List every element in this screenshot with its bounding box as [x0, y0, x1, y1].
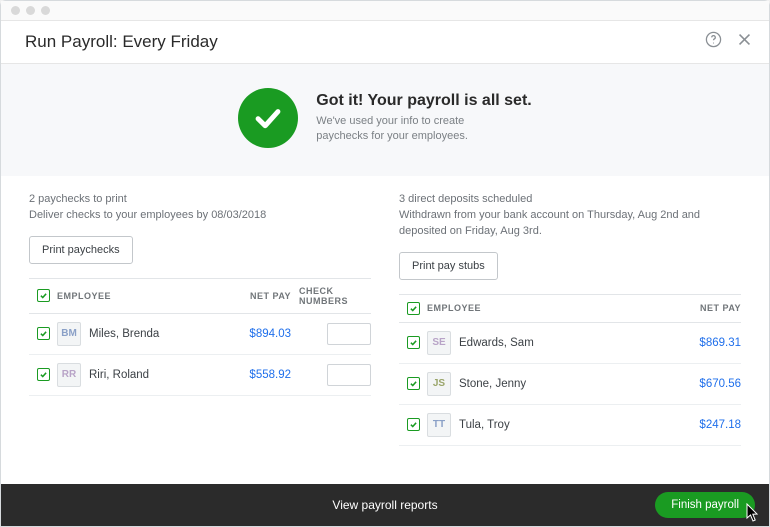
- deposits-summary-title: 3 direct deposits scheduled: [399, 192, 741, 208]
- employee-avatar: BM: [57, 322, 81, 346]
- table-row: TT Tula, Troy $247.18: [399, 405, 741, 446]
- direct-deposits-column: 3 direct deposits scheduled Withdrawn fr…: [399, 192, 741, 474]
- employee-name: Riri, Roland: [89, 369, 149, 381]
- col-header-checknum: CHECK NUMBERS: [291, 286, 371, 306]
- row-checkbox[interactable]: [407, 336, 420, 349]
- net-pay-value[interactable]: $670.56: [671, 378, 741, 390]
- col-header-employee: EMPLOYEE: [57, 291, 221, 301]
- employee-name: Stone, Jenny: [459, 378, 526, 390]
- col-header-netpay: NET PAY: [221, 291, 291, 301]
- success-check-icon: [238, 88, 298, 148]
- employee-avatar: SE: [427, 331, 451, 355]
- check-number-input[interactable]: [327, 364, 371, 386]
- paychecks-column: 2 paychecks to print Deliver checks to y…: [29, 192, 371, 474]
- paychecks-summary-sub: Deliver checks to your employees by 08/0…: [29, 208, 371, 224]
- select-all-deposits-checkbox[interactable]: [407, 302, 420, 315]
- close-icon[interactable]: [736, 31, 753, 53]
- col-header-employee: EMPLOYEE: [427, 303, 671, 313]
- table-row: RR Riri, Roland $558.92: [29, 355, 371, 396]
- row-checkbox[interactable]: [407, 377, 420, 390]
- finish-payroll-button[interactable]: Finish payroll: [655, 492, 755, 518]
- table-row: BM Miles, Brenda $894.03: [29, 314, 371, 355]
- employee-avatar: TT: [427, 413, 451, 437]
- employee-name: Tula, Troy: [459, 419, 510, 431]
- table-row: SE Edwards, Sam $869.31: [399, 323, 741, 364]
- confirmation-title: Got it! Your payroll is all set.: [316, 92, 531, 110]
- row-checkbox[interactable]: [37, 327, 50, 340]
- employee-avatar: JS: [427, 372, 451, 396]
- employee-avatar: RR: [57, 363, 81, 387]
- payroll-window: Run Payroll: Every Friday Got it! Your p…: [0, 0, 770, 527]
- net-pay-value[interactable]: $558.92: [221, 369, 291, 381]
- footer-bar: View payroll reports Finish payroll: [1, 484, 769, 526]
- view-payroll-reports-link[interactable]: View payroll reports: [332, 498, 437, 512]
- check-number-input[interactable]: [327, 323, 371, 345]
- title-bar: Run Payroll: Every Friday: [1, 21, 769, 64]
- page-title: Run Payroll: Every Friday: [25, 32, 218, 52]
- col-header-netpay: NET PAY: [671, 303, 741, 313]
- net-pay-value[interactable]: $247.18: [671, 419, 741, 431]
- employee-name: Edwards, Sam: [459, 337, 534, 349]
- deposits-summary-sub: Withdrawn from your bank account on Thur…: [399, 208, 741, 240]
- confirmation-subtext: We've used your info to createpaychecks …: [316, 114, 531, 145]
- paychecks-summary-title: 2 paychecks to print: [29, 192, 371, 208]
- row-checkbox[interactable]: [407, 418, 420, 431]
- print-paychecks-button[interactable]: Print paychecks: [29, 236, 133, 264]
- row-checkbox[interactable]: [37, 368, 50, 381]
- window-chrome: [1, 1, 769, 21]
- content-area: 2 paychecks to print Deliver checks to y…: [1, 176, 769, 484]
- traffic-light-close[interactable]: [11, 6, 20, 15]
- confirmation-banner: Got it! Your payroll is all set. We've u…: [1, 64, 769, 176]
- table-row: JS Stone, Jenny $670.56: [399, 364, 741, 405]
- net-pay-value[interactable]: $894.03: [221, 328, 291, 340]
- net-pay-value[interactable]: $869.31: [671, 337, 741, 349]
- traffic-light-max[interactable]: [41, 6, 50, 15]
- print-pay-stubs-button[interactable]: Print pay stubs: [399, 252, 498, 280]
- select-all-paychecks-checkbox[interactable]: [37, 289, 50, 302]
- help-icon[interactable]: [705, 31, 722, 53]
- employee-name: Miles, Brenda: [89, 328, 159, 340]
- paychecks-table-header: EMPLOYEE NET PAY CHECK NUMBERS: [29, 278, 371, 314]
- traffic-light-min[interactable]: [26, 6, 35, 15]
- deposits-table-header: EMPLOYEE NET PAY: [399, 294, 741, 323]
